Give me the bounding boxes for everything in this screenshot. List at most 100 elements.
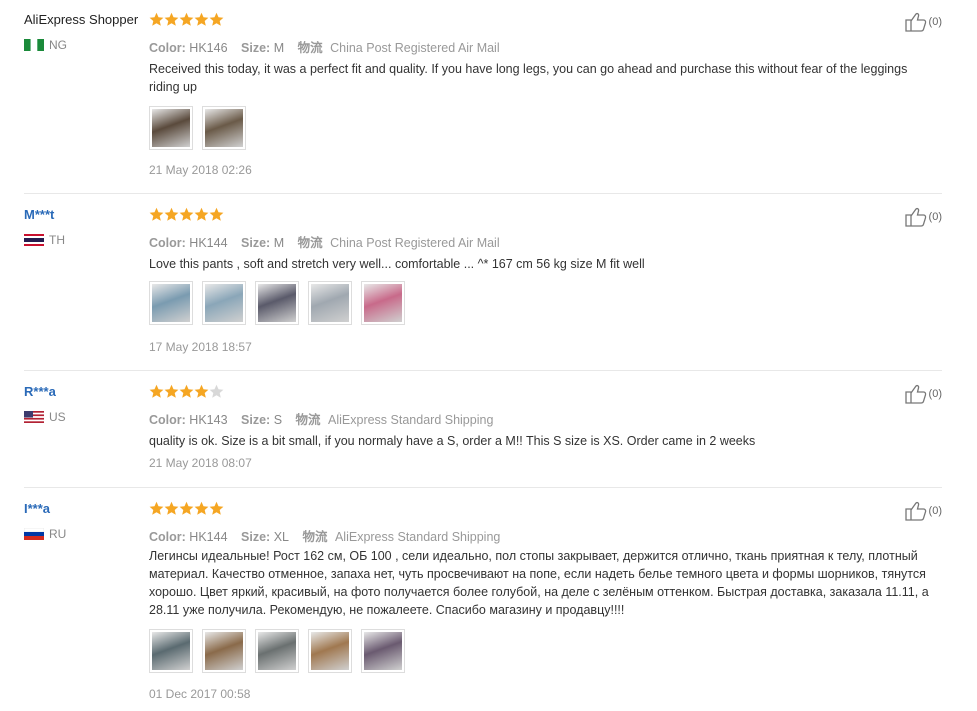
- review-photo-thumbnail[interactable]: [255, 281, 299, 325]
- star-filled-icon: [149, 384, 164, 398]
- review-photo-thumbnail[interactable]: [308, 629, 352, 673]
- reviewer-country: RU: [23, 527, 67, 541]
- thumbs-up-icon: [904, 384, 926, 404]
- size-value: S: [273, 413, 283, 427]
- star-filled-icon: [179, 501, 194, 515]
- review-photo-thumbnail[interactable]: [149, 106, 193, 150]
- review-text: Легинсы идеальные! Рост 162 см, ОБ 100 ,…: [149, 549, 929, 617]
- order-info: Color: HK144 Size: XL 物流 AliExpress Stan…: [149, 526, 500, 545]
- review-photo-thumbnail[interactable]: [202, 281, 246, 325]
- star-filled-icon: [209, 501, 224, 515]
- size-value: XL: [273, 530, 289, 544]
- shipping-icon: 物流: [295, 413, 321, 427]
- review-photo-thumbnail[interactable]: [361, 281, 405, 325]
- star-filled-icon: [179, 384, 194, 398]
- review-item: M***t TH Color: HK144 Size: M 物流 China P…: [24, 207, 942, 371]
- order-info: Color: HK144 Size: M 物流 China Post Regis…: [149, 232, 500, 251]
- thumbs-up-icon: [904, 207, 926, 227]
- review-text: Received this today, it was a perfect fi…: [149, 62, 908, 94]
- review-photo-thumbnail[interactable]: [149, 629, 193, 673]
- star-filled-icon: [194, 501, 209, 515]
- star-filled-icon: [164, 207, 179, 221]
- thailand-flag-icon: [24, 234, 44, 246]
- order-info: Color: HK146 Size: M 物流 China Post Regis…: [149, 37, 500, 56]
- review-item: R***a US Color: HK143 Size: S 物流 AliExpr…: [24, 384, 942, 488]
- review-text: Love this pants , soft and stretch very …: [149, 257, 645, 271]
- star-filled-icon: [209, 12, 224, 26]
- review-photo-thumbnail[interactable]: [361, 629, 405, 673]
- review-photo-thumbnail[interactable]: [202, 106, 246, 150]
- size-value: M: [273, 41, 285, 55]
- reviewer-name[interactable]: R***a: [24, 384, 56, 399]
- color-value: HK146: [189, 41, 228, 55]
- review-photos: [149, 106, 255, 150]
- helpful-button[interactable]: (0): [904, 384, 942, 404]
- star-filled-icon: [149, 12, 164, 26]
- size-value: M: [273, 236, 285, 250]
- reviewer-country: NG: [24, 38, 67, 52]
- helpful-count: (0): [928, 16, 942, 28]
- review-photo-thumbnail[interactable]: [255, 629, 299, 673]
- star-filled-icon: [164, 384, 179, 398]
- thumbs-up-icon: [904, 12, 926, 32]
- country-code: US: [49, 410, 66, 424]
- helpful-count: (0): [928, 211, 942, 223]
- helpful-count: (0): [928, 505, 942, 517]
- order-info: Color: HK143 Size: S 物流 AliExpress Stand…: [149, 409, 493, 428]
- review-photos: [149, 281, 414, 325]
- size-label: Size:: [241, 236, 271, 250]
- reviewer-country: US: [24, 410, 66, 424]
- star-filled-icon: [164, 12, 179, 26]
- star-rating: [149, 501, 224, 516]
- reviewer-name[interactable]: I***a: [24, 501, 50, 516]
- reviewer-name[interactable]: M***t: [24, 207, 54, 222]
- color-value: HK144: [189, 236, 228, 250]
- review-item: AliExpress Shopper NG Color: HK146 Size:…: [24, 12, 942, 194]
- shipping-method: China Post Registered Air Mail: [330, 236, 500, 250]
- size-label: Size:: [241, 413, 271, 427]
- color-label: Color:: [149, 530, 186, 544]
- russia-flag-icon: [23, 527, 45, 540]
- review-photos: [149, 629, 414, 673]
- review-date: 21 May 2018 08:07: [149, 456, 252, 470]
- size-label: Size:: [241, 41, 271, 55]
- star-rating: [149, 207, 224, 222]
- star-filled-icon: [194, 384, 209, 398]
- shipping-icon: 物流: [297, 41, 323, 55]
- country-code: TH: [49, 233, 65, 247]
- shipping-icon: 物流: [302, 530, 328, 544]
- color-label: Color:: [149, 236, 186, 250]
- reviewer-name[interactable]: AliExpress Shopper: [24, 12, 138, 27]
- shipping-method: AliExpress Standard Shipping: [334, 530, 501, 544]
- country-code: NG: [49, 38, 67, 52]
- helpful-button[interactable]: (0): [904, 207, 942, 227]
- star-filled-icon: [149, 501, 164, 515]
- shipping-method: China Post Registered Air Mail: [330, 41, 500, 55]
- review-photo-thumbnail[interactable]: [308, 281, 352, 325]
- color-label: Color:: [149, 413, 186, 427]
- shipping-method: AliExpress Standard Shipping: [328, 413, 494, 427]
- helpful-count: (0): [928, 388, 942, 400]
- review-photo-thumbnail[interactable]: [149, 281, 193, 325]
- star-filled-icon: [164, 501, 179, 515]
- color-value: HK143: [189, 413, 228, 427]
- star-rating: [149, 12, 224, 27]
- helpful-button[interactable]: (0): [904, 12, 942, 32]
- star-filled-icon: [179, 207, 194, 221]
- star-empty-icon: [209, 384, 224, 398]
- review-photo-thumbnail[interactable]: [202, 629, 246, 673]
- review-text: quality is ok. Size is a bit small, if y…: [149, 434, 756, 448]
- reviewer-country: TH: [24, 233, 65, 247]
- color-value: HK144: [189, 530, 228, 544]
- usa-flag-icon: [24, 411, 44, 423]
- size-label: Size:: [241, 530, 271, 544]
- review-date: 01 Dec 2017 00:58: [149, 687, 251, 701]
- helpful-button[interactable]: (0): [904, 501, 942, 521]
- star-filled-icon: [209, 207, 224, 221]
- star-filled-icon: [194, 12, 209, 26]
- country-code: RU: [49, 527, 67, 541]
- review-date: 17 May 2018 18:57: [149, 340, 252, 354]
- shipping-icon: 物流: [297, 236, 323, 250]
- star-filled-icon: [149, 207, 164, 221]
- thumbs-up-icon: [904, 501, 926, 521]
